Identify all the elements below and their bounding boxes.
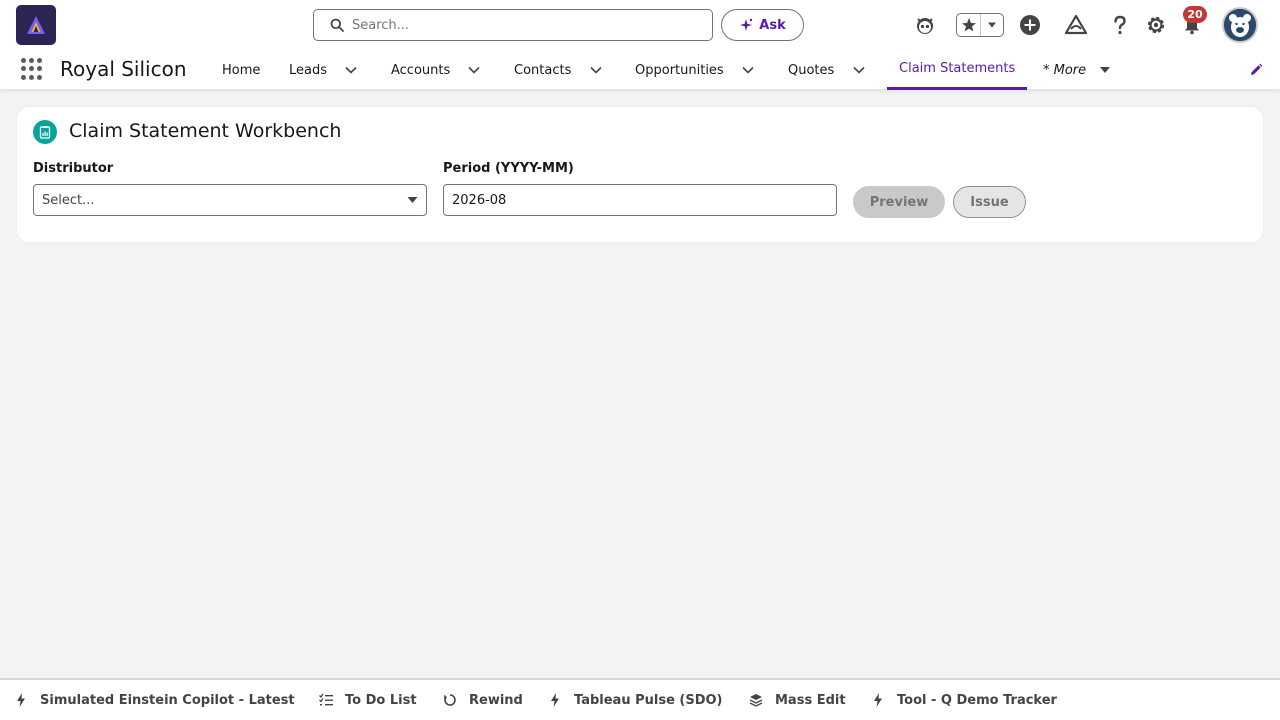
utility-item-to-do-list[interactable]: To Do List bbox=[319, 680, 417, 720]
ask-label: Ask bbox=[759, 17, 786, 33]
quotes-chevron-down-icon[interactable] bbox=[851, 62, 867, 78]
star-icon bbox=[961, 18, 976, 32]
utility-item-label: To Do List bbox=[345, 692, 417, 708]
notification-count-badge: 20 bbox=[1183, 6, 1207, 23]
utility-item-label: Tool - Q Demo Tracker bbox=[897, 692, 1057, 708]
search-icon bbox=[330, 18, 344, 32]
utility-item-mass-edit[interactable]: Mass Edit bbox=[749, 680, 846, 720]
more-caret-down-icon[interactable] bbox=[1097, 62, 1113, 78]
bolt-icon bbox=[14, 693, 28, 707]
distributor-select-value: Select... bbox=[42, 192, 95, 208]
bolt-icon bbox=[871, 693, 885, 707]
utility-item-rewind[interactable]: Rewind bbox=[443, 680, 523, 720]
ask-button[interactable]: Ask bbox=[721, 9, 804, 41]
sparkle-icon bbox=[740, 18, 753, 31]
nav-item-claim-statements[interactable]: Claim Statements bbox=[887, 50, 1027, 90]
utility-item-label: Rewind bbox=[469, 692, 523, 708]
period-input[interactable] bbox=[443, 184, 837, 216]
report-icon bbox=[33, 120, 57, 144]
nav-item-contacts[interactable]: Contacts bbox=[514, 50, 571, 90]
leads-chevron-down-icon[interactable] bbox=[343, 62, 359, 78]
einstein-assistant-icon[interactable] bbox=[913, 13, 937, 37]
app-name: Royal Silicon bbox=[60, 57, 187, 81]
nav-item-quotes[interactable]: Quotes bbox=[788, 50, 834, 90]
favorites-dropdown-button[interactable] bbox=[981, 14, 1003, 36]
utility-item-label: Mass Edit bbox=[775, 692, 846, 708]
distributor-label: Distributor bbox=[33, 161, 114, 176]
opportunities-chevron-down-icon[interactable] bbox=[740, 62, 756, 78]
app-navigation-bar: Royal Silicon Home Leads Accounts Contac… bbox=[0, 50, 1280, 90]
utility-bar: Simulated Einstein Copilot - Latest To D… bbox=[0, 678, 1280, 720]
global-actions-icon[interactable] bbox=[1018, 13, 1042, 37]
global-search[interactable] bbox=[313, 9, 713, 41]
help-icon[interactable] bbox=[1108, 13, 1132, 37]
nav-item-leads[interactable]: Leads bbox=[289, 50, 327, 90]
nav-item-accounts[interactable]: Accounts bbox=[391, 50, 450, 90]
utility-item-q-demo-tracker[interactable]: Tool - Q Demo Tracker bbox=[871, 680, 1057, 720]
gear-icon[interactable] bbox=[1144, 13, 1168, 37]
accounts-chevron-down-icon[interactable] bbox=[466, 62, 482, 78]
trailhead-icon[interactable] bbox=[1064, 13, 1088, 37]
distributor-select[interactable]: Select... bbox=[33, 184, 427, 216]
period-label: Period (YYYY-MM) bbox=[443, 161, 574, 176]
checklist-icon bbox=[319, 693, 333, 707]
utility-item-einstein-copilot[interactable]: Simulated Einstein Copilot - Latest bbox=[14, 680, 295, 720]
edit-nav-pencil-icon[interactable] bbox=[1248, 62, 1264, 78]
bolt-icon bbox=[548, 693, 562, 707]
utility-item-label: Simulated Einstein Copilot - Latest bbox=[40, 692, 295, 708]
nav-item-home[interactable]: Home bbox=[222, 50, 260, 90]
avatar-bear-icon bbox=[1224, 9, 1256, 41]
nav-item-opportunities[interactable]: Opportunities bbox=[635, 50, 724, 90]
app-launcher-icon[interactable] bbox=[21, 58, 43, 80]
issue-button[interactable]: Issue bbox=[953, 186, 1026, 218]
user-avatar[interactable] bbox=[1222, 7, 1258, 43]
preview-button[interactable]: Preview bbox=[853, 186, 945, 218]
layers-icon bbox=[749, 693, 763, 707]
favorites-star-button[interactable] bbox=[957, 14, 982, 36]
utility-item-tableau-pulse[interactable]: Tableau Pulse (SDO) bbox=[548, 680, 723, 720]
org-logo[interactable] bbox=[16, 5, 56, 45]
utility-item-label: Tableau Pulse (SDO) bbox=[574, 692, 723, 708]
org-logo-icon bbox=[27, 16, 45, 34]
nav-item-more[interactable]: * More bbox=[1043, 50, 1086, 90]
search-input[interactable] bbox=[352, 17, 692, 33]
favorites-group bbox=[956, 13, 1004, 37]
caret-down-icon bbox=[407, 197, 418, 203]
contacts-chevron-down-icon[interactable] bbox=[588, 62, 604, 78]
card-title: Claim Statement Workbench bbox=[69, 120, 342, 142]
refresh-icon bbox=[443, 693, 457, 707]
caret-down-icon bbox=[988, 22, 997, 28]
global-header: Ask bbox=[0, 0, 1280, 50]
claim-statement-workbench-card: Claim Statement Workbench Distributor Se… bbox=[17, 107, 1263, 242]
